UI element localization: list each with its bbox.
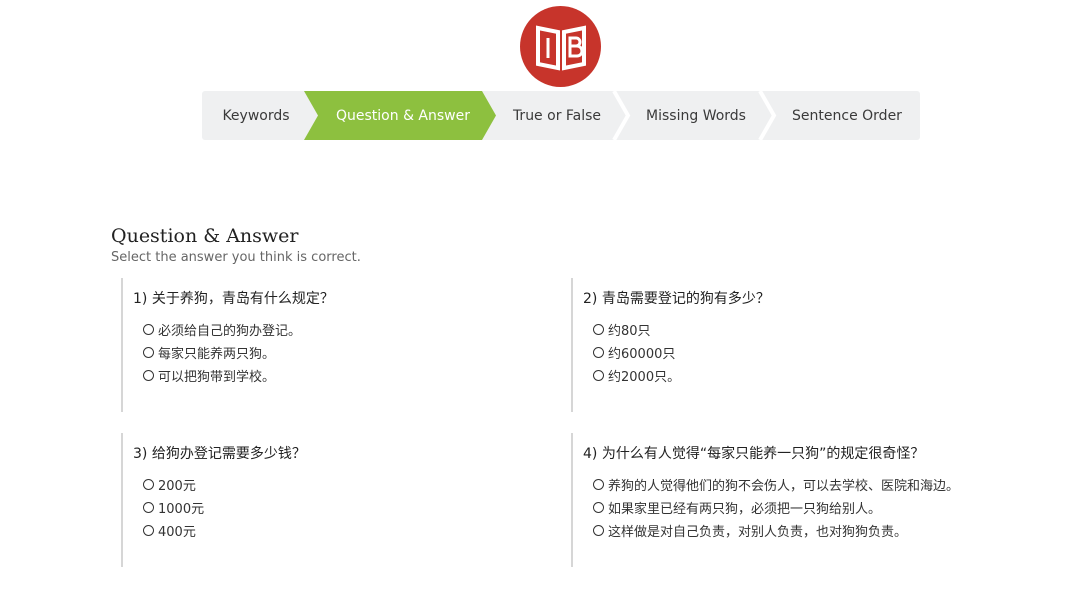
- option-label: 约60000只: [608, 347, 676, 362]
- step-navigation: Keywords Question & Answer True or False…: [202, 91, 920, 140]
- radio-icon[interactable]: [593, 347, 604, 358]
- question-text: 4) 为什么有人觉得“每家只能养一只狗”的规定很奇怪？: [583, 446, 925, 462]
- radio-icon[interactable]: [143, 370, 154, 381]
- option-label: 如果家里已经有两只狗，必须把一只狗给别人。: [608, 502, 882, 517]
- radio-icon[interactable]: [593, 502, 604, 513]
- option-label: 养狗的人觉得他们的狗不会伤人，可以去学校、医院和海边。: [608, 479, 960, 494]
- radio-icon[interactable]: [593, 370, 604, 381]
- answer-option[interactable]: 约2000只。: [593, 364, 770, 387]
- question-text: 2) 青岛需要登记的狗有多少？: [583, 291, 770, 307]
- option-label: 这样做是对自己负责，对别人负责，也对狗狗负责。: [608, 525, 908, 540]
- question-1: 1) 关于养狗，青岛有什么规定？ 必须给自己的狗办登记。 每家只能养两只狗。 可…: [121, 278, 334, 412]
- answer-option[interactable]: 约60000只: [593, 341, 770, 364]
- answer-option[interactable]: 这样做是对自己负责，对别人负责，也对狗狗负责。: [593, 519, 959, 542]
- book-logo-icon: [535, 25, 586, 70]
- radio-icon[interactable]: [143, 502, 154, 513]
- option-label: 约80只: [608, 324, 651, 339]
- section-subtitle: Select the answer you think is correct.: [111, 250, 361, 265]
- answer-option[interactable]: 约80只: [593, 318, 770, 341]
- question-text: 1) 关于养狗，青岛有什么规定？: [133, 291, 334, 307]
- option-label: 可以把狗带到学校。: [158, 370, 276, 385]
- question-text: 3) 给狗办登记需要多少钱？: [133, 446, 306, 462]
- section-title: Question & Answer: [111, 225, 299, 247]
- answer-option[interactable]: 1000元: [143, 496, 306, 519]
- answer-option[interactable]: 200元: [143, 473, 306, 496]
- step-missing-words[interactable]: Missing Words: [628, 91, 764, 140]
- radio-icon[interactable]: [593, 525, 604, 536]
- answer-option[interactable]: 每家只能养两只狗。: [143, 341, 334, 364]
- step-true-or-false[interactable]: True or False: [492, 91, 622, 140]
- step-question-answer[interactable]: Question & Answer: [318, 91, 488, 140]
- option-label: 400元: [158, 525, 196, 540]
- radio-icon[interactable]: [143, 347, 154, 358]
- answer-option[interactable]: 400元: [143, 519, 306, 542]
- option-label: 约2000只。: [608, 370, 681, 385]
- page: Keywords Question & Answer True or False…: [0, 0, 1091, 593]
- radio-icon[interactable]: [593, 479, 604, 490]
- radio-icon[interactable]: [143, 525, 154, 536]
- answer-option[interactable]: 如果家里已经有两只狗，必须把一只狗给别人。: [593, 496, 959, 519]
- question-2: 2) 青岛需要登记的狗有多少？ 约80只 约60000只 约2000只。: [571, 278, 770, 412]
- question-4: 4) 为什么有人觉得“每家只能养一只狗”的规定很奇怪？ 养狗的人觉得他们的狗不会…: [571, 433, 959, 567]
- step-keywords[interactable]: Keywords: [202, 91, 310, 140]
- option-label: 每家只能养两只狗。: [158, 347, 276, 362]
- step-sentence-order[interactable]: Sentence Order: [774, 91, 920, 140]
- question-3: 3) 给狗办登记需要多少钱？ 200元 1000元 400元: [121, 433, 306, 567]
- logo: [520, 6, 601, 87]
- option-label: 必须给自己的狗办登记。: [158, 324, 302, 339]
- radio-icon[interactable]: [143, 324, 154, 335]
- option-label: 1000元: [158, 502, 205, 517]
- answer-option[interactable]: 可以把狗带到学校。: [143, 364, 334, 387]
- answer-option[interactable]: 养狗的人觉得他们的狗不会伤人，可以去学校、医院和海边。: [593, 473, 959, 496]
- answer-option[interactable]: 必须给自己的狗办登记。: [143, 318, 334, 341]
- radio-icon[interactable]: [143, 479, 154, 490]
- radio-icon[interactable]: [593, 324, 604, 335]
- option-label: 200元: [158, 479, 196, 494]
